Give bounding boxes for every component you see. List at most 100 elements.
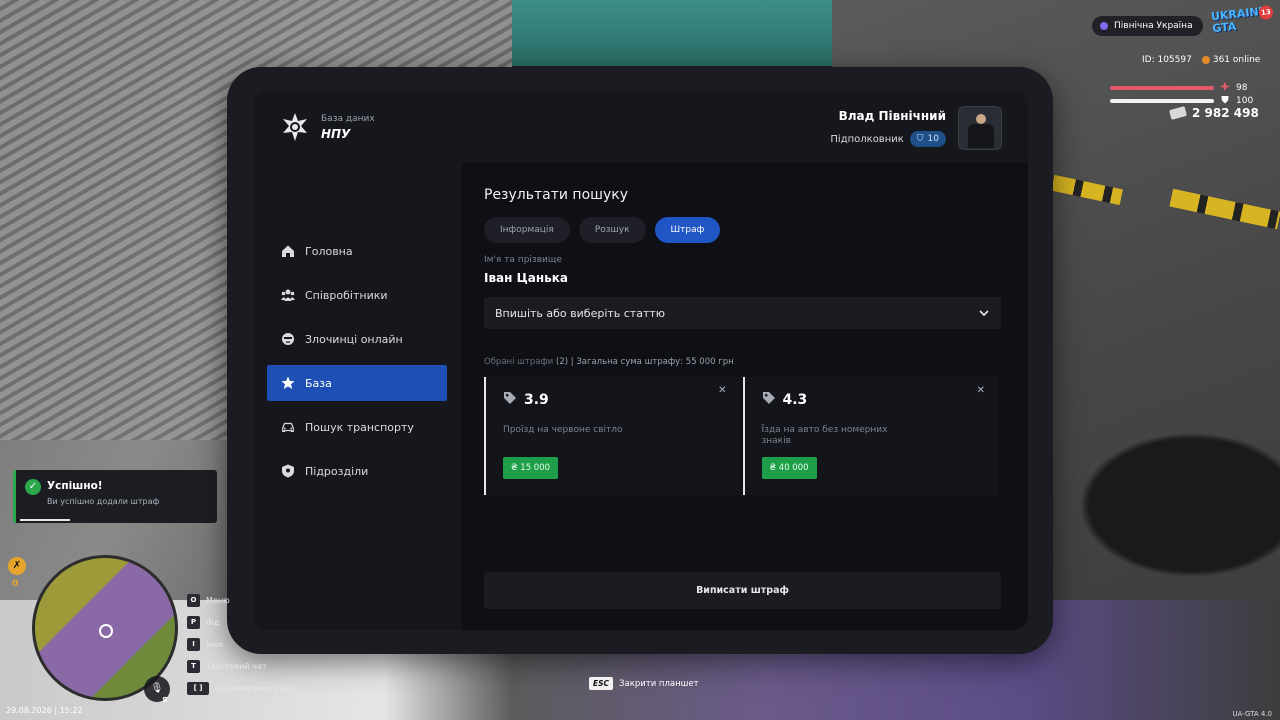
fine-price: ₴ 40 000 [761,457,817,479]
player-marker-icon [99,624,113,638]
name-value: Іван Цанька [484,271,568,285]
health-icon: ✚ [1220,82,1230,93]
sidebar-item-label: Головна [305,244,353,258]
fine-price: ₴ 15 000 [503,457,559,479]
sidebar: База даних НПУ Головна Співробітники Зло… [253,91,462,630]
sidebar-item-vehicle-search[interactable]: Пошук транспорту [267,409,447,445]
fine-card: ✕ 3.9 Проїзд на червоне світло ₴ 15 000 [484,377,741,495]
search-results: Результати пошуку Інформація Розшук Штра… [484,187,1001,495]
issue-fine-button[interactable]: Виписати штраф [484,572,1001,609]
brand-title: НПУ [321,126,351,141]
rank-level: 10 [927,134,939,144]
tab-wanted[interactable]: Розшук [578,217,646,243]
wrench-icon: ✗ [8,557,26,575]
background-truck [512,0,832,70]
armor-icon: ⛊ [1221,95,1229,106]
user-rank: Підполковник ⛉ 10 [830,131,946,147]
tab-information[interactable]: Інформація [484,217,570,243]
check-icon: ✓ [25,479,41,495]
sidebar-nav: Головна Співробітники Злочинці онлайн Ба… [267,233,447,497]
close-tablet-hint: ESC Закрити планшет [589,677,699,690]
brand-subtitle: База даних [321,113,375,124]
armor-bar [1110,98,1214,103]
sidebar-item-departments[interactable]: Підрозділи [267,453,447,489]
sidebar-item-employees[interactable]: Співробітники [267,277,447,313]
region-icon [1100,22,1108,30]
avatar-body [968,124,994,148]
sidebar-item-label: База [305,376,332,390]
name-label: Ім'я та прізвище [484,255,562,265]
result-tabs: Інформація Розшук Штраф [484,217,1001,243]
selected-fines: ✕ 3.9 Проїзд на червоне світло ₴ 15 000 … [484,377,1001,495]
region-indicator: Північна Україна [1092,16,1203,36]
online-count: 361 online [1201,55,1261,65]
close-tablet-label: Закрити планшет [619,678,699,689]
keybind-label: Перемикання рації [215,683,295,693]
sidebar-item-label: Співробітники [305,288,388,302]
summary-total: | Загальна сума штрафу: 55 000 грн [570,357,734,367]
fine-description: Проїзд на червоне світло [503,425,623,435]
shield-icon [281,464,295,478]
datetime: 29.08.2026 | 15:22 [6,706,83,715]
notification-title: Успішно! [47,480,103,492]
key-badge: I [187,637,200,651]
home-icon [281,244,295,258]
keybind-label: Текстовий чат [206,661,267,671]
player-id: ID: 105597 [1142,55,1192,65]
main-panel: Влад Північний Підполковник ⛉ 10 Результ… [462,91,1028,630]
key-badge: O [187,593,200,607]
police-tablet: База даних НПУ Головна Співробітники Зло… [227,67,1053,654]
wrench-value: 0 [12,579,19,589]
game-logo: UKRAINE GTA 13 [1210,5,1275,43]
keybind-label: Меню [206,595,230,605]
key-badge: T [187,659,200,673]
sidebar-item-label: Злочинці онлайн [305,332,403,346]
online-icon [1201,55,1210,64]
region-label: Північна Україна [1114,21,1193,31]
keybind-row: T Текстовий чат [187,655,295,677]
sidebar-item-criminals-online[interactable]: Злочинці онлайн [267,321,447,357]
sidebar-item-label: Підрозділи [305,464,369,478]
avatar-head [976,114,986,124]
sidebar-item-home[interactable]: Головна [267,233,447,269]
player-info: ID: 105597 361 online [1142,55,1260,65]
notification-text: Ви успішно додали штраф [47,497,160,506]
close-icon[interactable]: ✕ [718,385,726,396]
rank-badge: ⛉ 10 [909,131,946,147]
fine-header: 4.3 [762,390,808,409]
summary-prefix: Обрані штрафи [484,357,554,367]
tag-icon [762,390,776,409]
keybind-hints: O Меню P Від I Інве T Текстовий чат [ ] Перем… [187,589,295,699]
key-badge: [ ] [187,681,209,695]
tag-icon [503,390,517,409]
fine-code: 4.3 [782,391,808,408]
sidebar-item-database[interactable]: База [267,365,447,401]
user-header: Влад Північний Підполковник ⛉ 10 [462,91,1028,163]
online-label: 361 online [1212,55,1261,65]
article-select[interactable]: Впишіть або виберіть статтю [484,297,1001,329]
health-value: 98 [1236,82,1248,93]
player-level-badge: 13 [1258,4,1274,21]
page-title: Результати пошуку [484,187,628,203]
police-star-icon [279,111,311,143]
criminal-icon [281,332,295,346]
fine-header: 3.9 [503,390,549,409]
keybind-row: I Інве [187,633,295,655]
avatar [958,106,1002,150]
fines-summary: Обрані штрафи (2) | Загальна сума штрафу… [484,357,1001,367]
game-version: UA-GTA 4.0 [1232,710,1272,718]
user-name: Влад Північний [838,109,946,123]
rank-shield-icon: ⛉ [916,134,924,144]
tab-fine[interactable]: Штраф [654,217,721,243]
article-select-placeholder: Впишіть або виберіть статтю [495,306,666,320]
close-icon[interactable]: ✕ [977,385,985,396]
fine-description: Їзда на авто без номерних знаків [761,425,888,446]
notification-progress [20,519,70,521]
armor-row: ⛊ 100 [1110,95,1253,106]
esc-key: ESC [589,677,614,690]
money-value: 2 982 498 [1192,106,1259,120]
sidebar-item-label: Пошук транспорту [305,420,414,434]
car-icon [281,420,295,434]
background-officer [1060,420,1280,590]
health-bar [1110,85,1214,90]
